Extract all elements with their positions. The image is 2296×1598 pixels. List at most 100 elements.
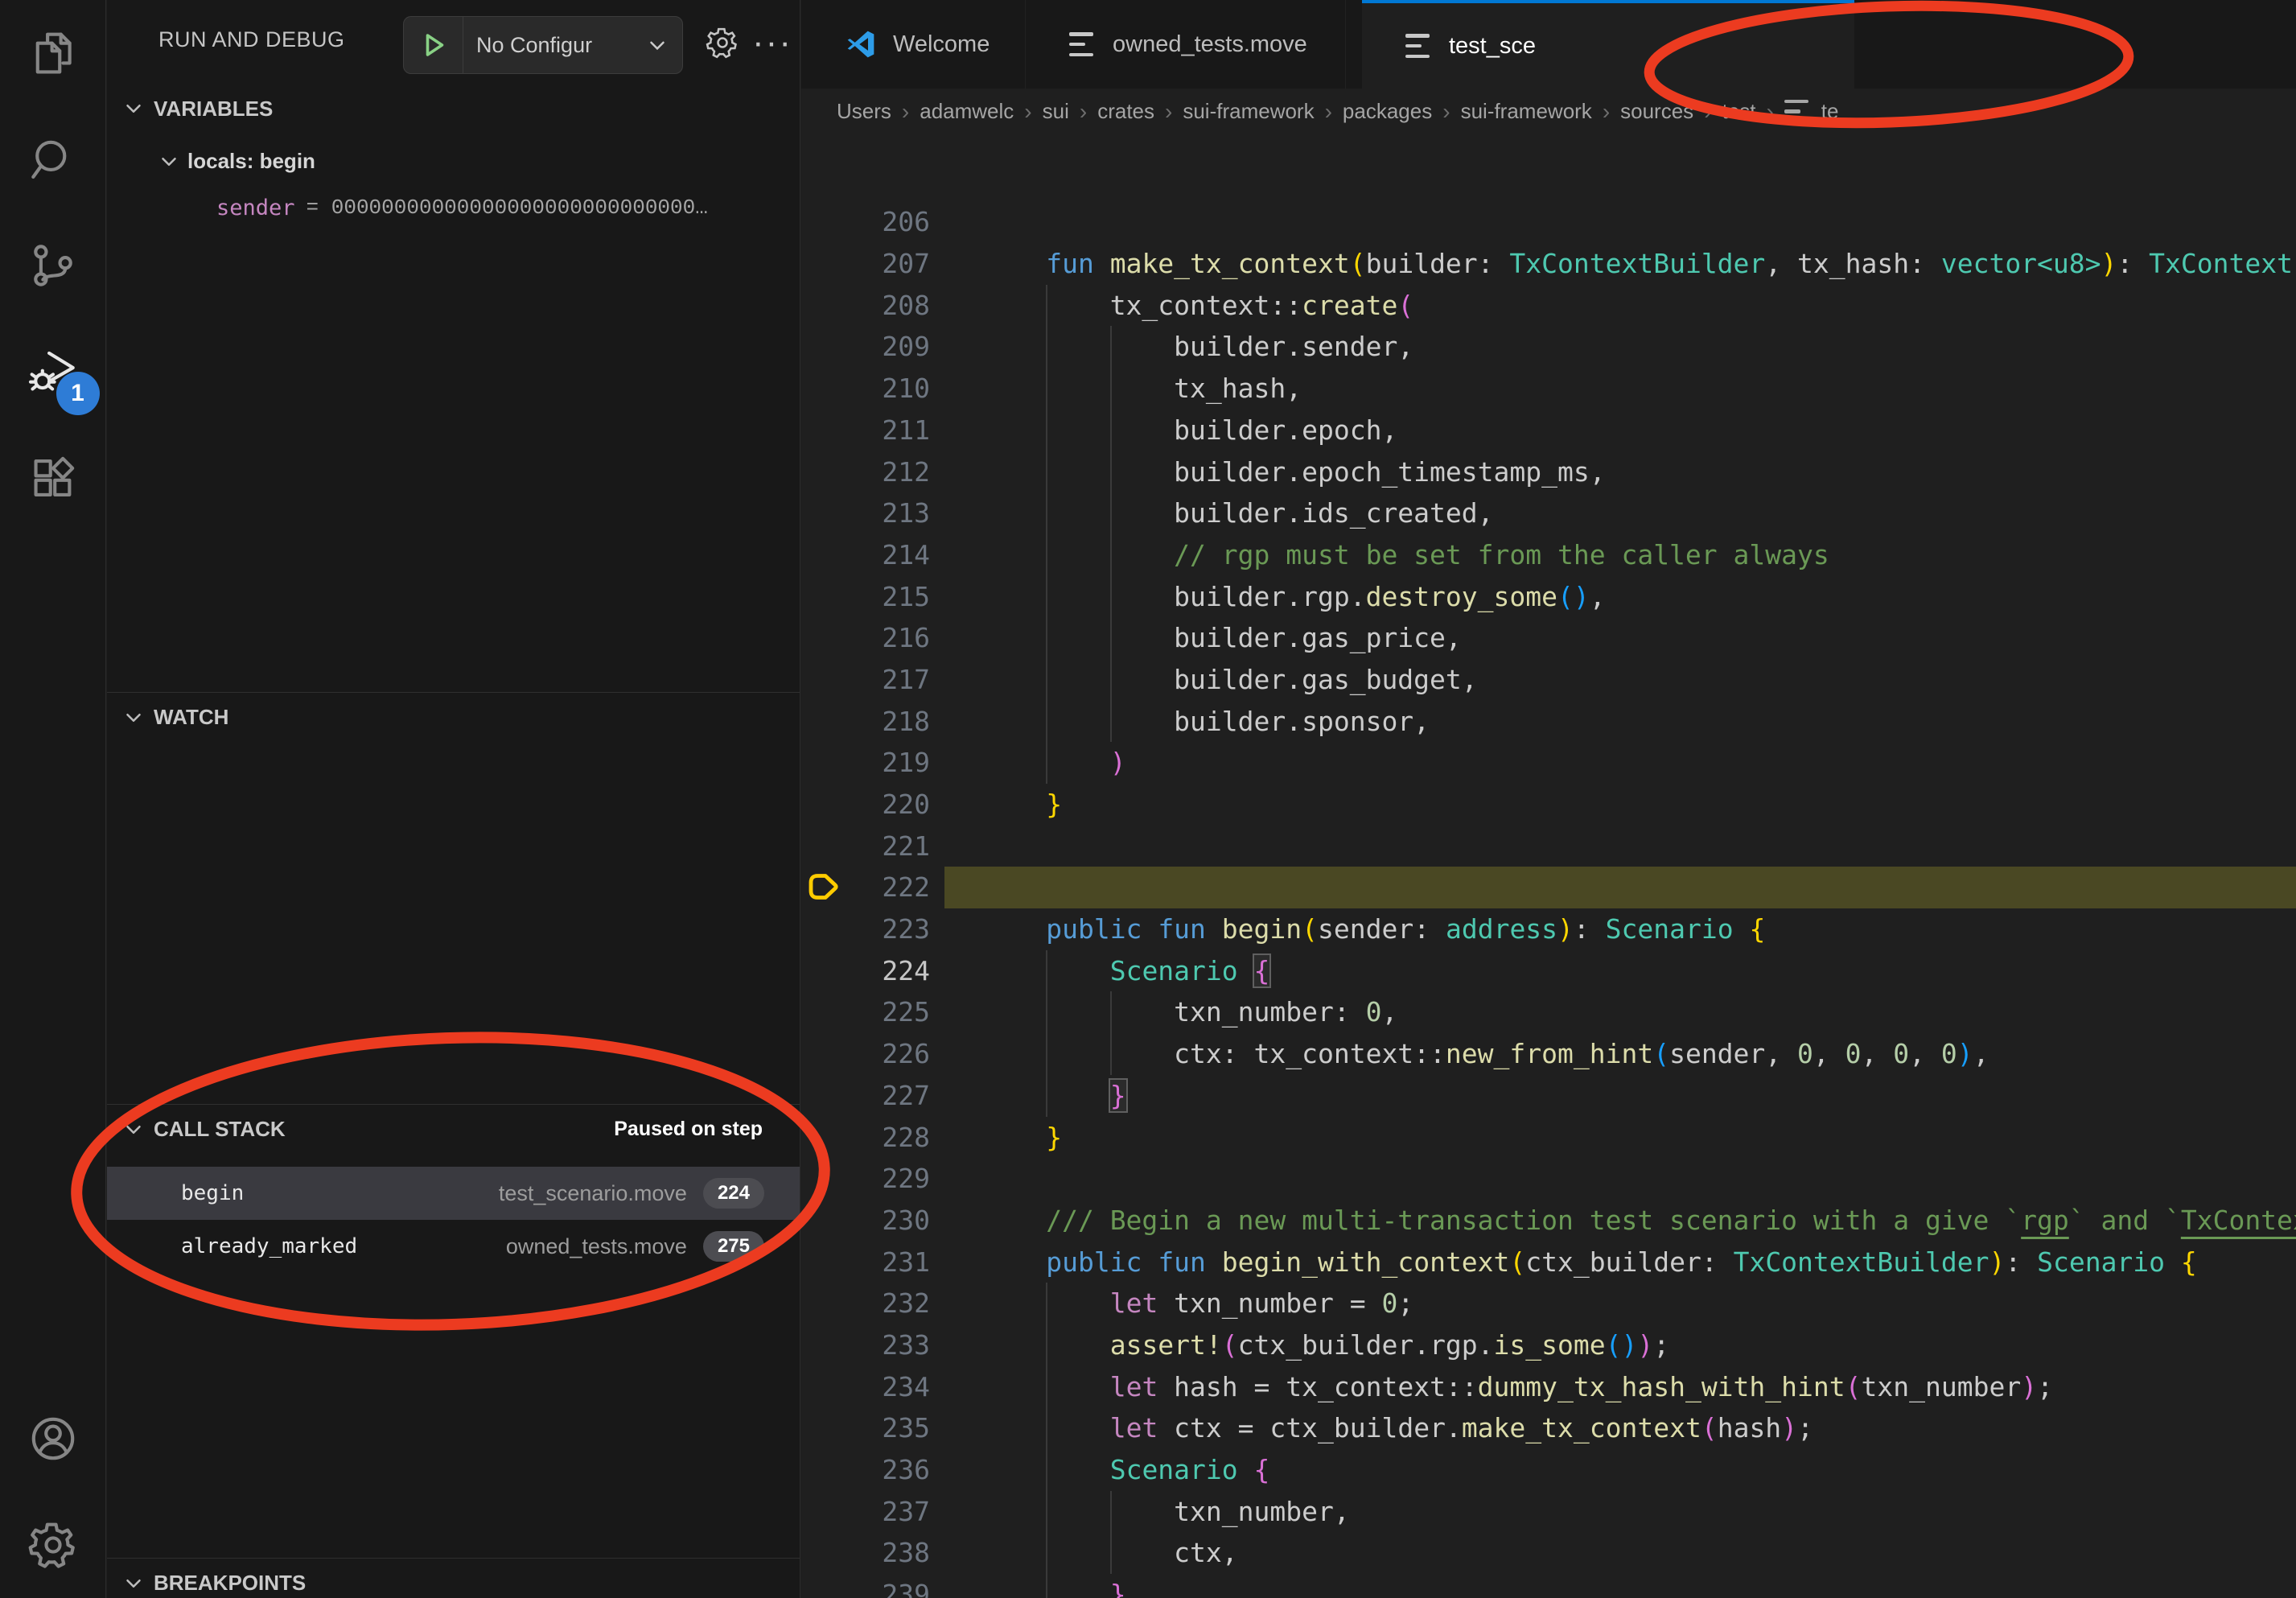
glyph-margin [806, 912, 840, 947]
code-line-232[interactable]: 232 assert!(ctx_builder.rgp.is_some()); [801, 1200, 2296, 1242]
chevron-down-icon [121, 1571, 146, 1596]
explorer-icon[interactable] [0, 0, 106, 106]
breadcrumb-item[interactable]: sui [1043, 99, 1069, 124]
breadcrumb-item[interactable]: sources [1620, 99, 1693, 124]
glyph-margin [806, 413, 840, 448]
code-line-207[interactable]: 207 tx_context::create( [801, 160, 2296, 202]
glyph-margin [806, 1203, 840, 1238]
code-line-234[interactable]: 234 let ctx = ctx_builder.make_tx_contex… [801, 1283, 2296, 1324]
code-line-226[interactable]: 226 } [801, 950, 2296, 992]
breakpoints-section-header[interactable]: BREAKPOINTS [107, 1558, 800, 1598]
call-stack-section-title: CALL STACK [154, 1117, 286, 1142]
breadcrumb-item[interactable]: crates [1097, 99, 1154, 124]
code-line-206[interactable]: 206 fun make_tx_context(builder: TxConte… [801, 134, 2296, 160]
glyph-margin [806, 134, 840, 157]
code-line-240[interactable]: 240 [801, 1532, 2296, 1574]
code-line-216[interactable]: 216 builder.gas_budget, [801, 534, 2296, 576]
breadcrumb-item[interactable]: adamwelc [920, 99, 1014, 124]
variable-row[interactable]: sender = 00000000000000000000000000000… [107, 185, 800, 230]
glyph-margin [806, 163, 840, 199]
chevron-down-icon [121, 97, 146, 121]
watch-section-header[interactable]: WATCH [107, 692, 800, 742]
breadcrumb-item[interactable]: packages [1343, 99, 1432, 124]
code-line-210[interactable]: 210 builder.epoch, [801, 285, 2296, 327]
variables-scope-row[interactable]: locals: begin [107, 138, 800, 183]
chevron-down-icon [121, 1118, 146, 1142]
call-stack-frame[interactable]: already_marked owned_tests.move 275 [107, 1220, 800, 1273]
sidebar-title: RUN AND DEBUG [158, 27, 345, 52]
code-line-222[interactable]: 222 public fun begin(sender: address): S… [801, 784, 2296, 826]
call-stack-section-header[interactable]: CALL STACK Paused on step [107, 1104, 800, 1154]
glyph-margin [806, 953, 840, 989]
code-line-212[interactable]: 212 builder.ids_created, [801, 368, 2296, 410]
code-line-228[interactable]: 228 [801, 1033, 2296, 1075]
variable-value: = 00000000000000000000000000000… [307, 196, 708, 220]
search-icon[interactable] [0, 106, 106, 212]
settings-gear-icon[interactable] [0, 1492, 106, 1598]
source-control-icon[interactable] [0, 212, 106, 319]
glyph-margin [806, 496, 840, 531]
glyph-margin [806, 704, 840, 739]
code-line-211[interactable]: 211 builder.epoch_timestamp_ms, [801, 326, 2296, 368]
code-line-214[interactable]: 214 builder.rgp.destroy_some(), [801, 451, 2296, 493]
code-line-235[interactable]: 235 Scenario { [801, 1324, 2296, 1366]
code-line-218[interactable]: 218 ) [801, 617, 2296, 659]
code-line-220[interactable]: 220 [801, 701, 2296, 743]
breadcrumb-separator: › [1325, 99, 1332, 125]
more-actions-icon[interactable]: ··· [751, 21, 794, 64]
tab-owned-tests[interactable]: owned_tests.move [1026, 0, 1346, 89]
breadcrumb-file-item[interactable]: te [1784, 99, 1839, 124]
code-line-215[interactable]: 215 builder.gas_price, [801, 492, 2296, 534]
code-line-227[interactable]: 227 } [801, 991, 2296, 1033]
code-line-219[interactable]: 219 } [801, 659, 2296, 701]
code-line-230[interactable]: 230 public fun begin_with_context(ctx_bu… [801, 1117, 2296, 1159]
call-stack-frame[interactable]: begin test_scenario.move 224 [107, 1167, 800, 1220]
code-line-231[interactable]: 231 let txn_number = 0; [801, 1158, 2296, 1200]
breadcrumb-separator: › [1080, 99, 1087, 125]
breadcrumb-separator: › [1165, 99, 1172, 125]
frame-file: owned_tests.move [506, 1234, 687, 1259]
launch-config-dropdown[interactable]: No Configur [403, 16, 683, 74]
code-editor[interactable]: 206 fun make_tx_context(builder: TxConte… [801, 134, 2296, 1598]
run-and-debug-icon[interactable]: 1 [0, 319, 106, 425]
start-debug-icon[interactable] [404, 17, 463, 73]
debug-settings-gear-icon[interactable] [701, 21, 744, 64]
breadcrumb-separator: › [1704, 99, 1711, 125]
code-line-229[interactable]: 229 /// Begin a new multi-transaction te… [801, 1075, 2296, 1117]
code-line-241[interactable]: 241 /// Creates and shares system object… [801, 1574, 2296, 1598]
extensions-icon[interactable] [0, 425, 106, 531]
glyph-margin [806, 829, 840, 864]
code-line-236[interactable]: 236 txn_number, [801, 1366, 2296, 1408]
code-line-209[interactable]: 209 tx_hash, [801, 243, 2296, 285]
glyph-margin [806, 1120, 840, 1155]
code-line-233[interactable]: 233 let hash = tx_context::dummy_tx_hash… [801, 1242, 2296, 1283]
variables-section-header[interactable]: VARIABLES [107, 84, 800, 134]
glyph-margin [806, 579, 840, 615]
vscode-logo-icon [845, 28, 877, 60]
tab-bar: Welcome owned_tests.move test_sce [801, 0, 2296, 89]
code-line-217[interactable]: 217 builder.sponsor, [801, 576, 2296, 618]
glyph-margin [806, 995, 840, 1030]
breadcrumb-item[interactable]: test [1722, 99, 1756, 124]
code-line-225[interactable]: 225 ctx: tx_context::new_from_hint(sende… [801, 908, 2296, 950]
code-line-224[interactable]: 224 txn_number: 0, [801, 867, 2296, 908]
code-line-239[interactable]: 239 } [801, 1491, 2296, 1533]
glyph-margin [806, 204, 840, 240]
code-line-237[interactable]: 237 ctx, [801, 1407, 2296, 1449]
code-line-238[interactable]: 238 } [801, 1449, 2296, 1491]
code-line-213[interactable]: 213 // rgp must be set from the caller a… [801, 410, 2296, 451]
tab-test-scenario[interactable]: test_sce [1362, 0, 1854, 89]
tab-welcome[interactable]: Welcome [801, 0, 1026, 89]
breadcrumb-item[interactable]: Users [837, 99, 891, 124]
code-line-223[interactable]: 223 Scenario { [801, 826, 2296, 867]
breadcrumb-item[interactable]: sui-framework [1183, 99, 1314, 124]
breadcrumb-item[interactable]: sui-framework [1461, 99, 1592, 124]
glyph-margin [806, 1452, 840, 1488]
code-line-221[interactable]: 221 /// Begin a new multi-transaction te… [801, 742, 2296, 784]
glyph-margin [806, 787, 840, 822]
code-line-208[interactable]: 208 builder.sender, [801, 201, 2296, 243]
accounts-icon[interactable] [0, 1386, 106, 1492]
glyph-margin [806, 371, 840, 406]
glyph-margin [806, 246, 840, 282]
vscode-window: { "activity_bar": { "items": [ {"name": … [0, 0, 2296, 1598]
